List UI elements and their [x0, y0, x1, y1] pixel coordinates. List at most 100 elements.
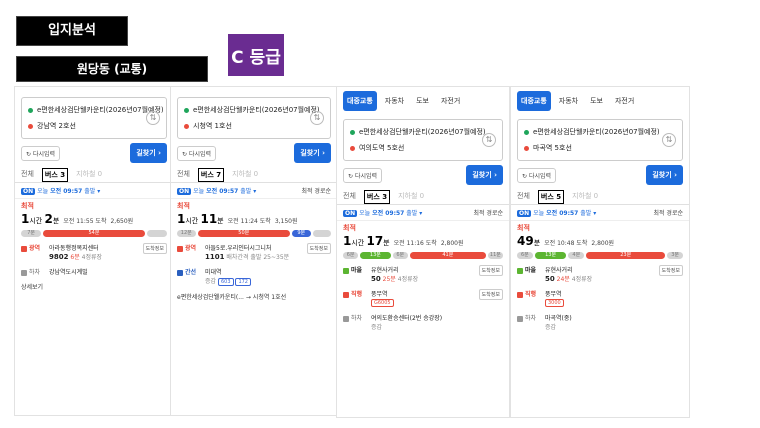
slide-subtitle: 원당동 (교통)	[16, 56, 208, 82]
route-segment-0: 7분	[21, 230, 42, 237]
filter-tab-1[interactable]: 버스 3	[363, 190, 391, 204]
mode-tab-3[interactable]: 자전거	[437, 91, 464, 111]
origin-dot-icon	[184, 107, 189, 113]
depart-time[interactable]: ON 오늘 오전 09:57 출발 ▾	[177, 186, 256, 195]
depart-row[interactable]: ON 오늘 오전 09:57 출발 ▾	[15, 183, 173, 199]
bus-number[interactable]: 50	[371, 275, 381, 283]
arrival-info-button[interactable]: 도착정보	[142, 243, 167, 254]
duration-row: 1시간 11분 오전 11:24 도착 3,150원	[171, 211, 337, 227]
route-step: 직행 풍무역 G6005 도착정보	[337, 286, 509, 310]
route-panel-1: e편한세상검단웰카운티(2026년07월예정) 강남역 2호선 ⇅ ↻ 다시입력…	[14, 86, 174, 416]
bus-icon	[343, 291, 349, 298]
reset-button[interactable]: ↻ 다시입력	[343, 167, 383, 183]
filter-tab-0[interactable]: 전체	[517, 191, 530, 204]
sort-dropdown[interactable]: 최적 경로순	[653, 208, 683, 217]
duration: 1시간 11분	[177, 212, 224, 226]
route-segment-2: 6분	[392, 252, 408, 259]
filter-tabs: 전체 버스 7 지하철 0	[171, 167, 337, 183]
route-segment-0: 6분	[343, 252, 359, 259]
step-detail: 증감	[545, 322, 683, 331]
destination-field[interactable]: 여의도역 5호선	[350, 140, 496, 156]
sort-dropdown[interactable]: 최적 경로순	[473, 208, 503, 217]
destination-field[interactable]: 마곡역 5호선	[524, 140, 676, 156]
search-label: 길찾기	[652, 171, 672, 179]
depart-row[interactable]: ON 오늘 오전 09:57 출발 ▾ 최적 경로순	[171, 183, 337, 199]
step-mode-label: 광역	[185, 245, 197, 252]
depart-row[interactable]: ON 오늘 오전 09:57 출발 ▾ 최적 경로순	[511, 205, 689, 221]
step-mode: 하차	[21, 267, 45, 276]
stop-name: 유현사거리	[545, 267, 573, 274]
mode-tab-2[interactable]: 도보	[586, 91, 607, 111]
swap-icon[interactable]: ⇅	[482, 133, 496, 147]
filter-tab-2[interactable]: 지하철 0	[76, 169, 102, 182]
step-mode: 직행	[517, 289, 541, 298]
filter-tab-0[interactable]: 전체	[21, 169, 34, 182]
stop-name: 아들5로.우리인터시그니처	[205, 245, 272, 252]
swap-icon[interactable]: ⇅	[310, 111, 324, 125]
bus-number[interactable]: 9802	[49, 253, 68, 261]
depart-time[interactable]: ON 오늘 오전 09:57 출발 ▾	[517, 208, 596, 217]
origin-field[interactable]: e편한세상검단웰카운티(2026년07월예정)	[524, 124, 676, 140]
bus-icon	[177, 245, 183, 252]
search-button[interactable]: 길찾기 ›	[294, 143, 331, 163]
arrival-info-button[interactable]: 도착정보	[478, 265, 503, 276]
swap-icon[interactable]: ⇅	[146, 111, 160, 125]
swap-icon[interactable]: ⇅	[662, 133, 676, 147]
depart-row[interactable]: ON 오늘 오전 09:57 출발 ▾ 최적 경로순	[337, 205, 509, 221]
line-chip[interactable]: 603	[217, 278, 234, 286]
origin-text: e편한세상검단웰카운티(2026년07월예정)	[193, 106, 320, 114]
search-button[interactable]: 길찾기 ›	[466, 165, 503, 185]
sort-dropdown[interactable]: 최적 경로순	[301, 186, 331, 195]
step-body: 마곡역(중) 증감	[545, 313, 683, 331]
arrival-info-button[interactable]: 도착정보	[306, 243, 331, 254]
filter-tab-1[interactable]: 버스 7	[197, 168, 225, 182]
search-button[interactable]: 길찾기 ›	[646, 165, 683, 185]
mode-tab-1[interactable]: 자동차	[555, 91, 582, 111]
origin-field[interactable]: e편한세상검단웰카운티(2026년07월예정)	[28, 102, 164, 118]
route-segment-0: 6분	[517, 252, 533, 259]
filter-tab-2[interactable]: 지하철 0	[572, 191, 598, 204]
mode-tab-3[interactable]: 자전거	[611, 91, 638, 111]
arrival-info-button[interactable]: 도착정보	[478, 289, 503, 300]
reset-button[interactable]: ↻ 다시입력	[177, 145, 217, 161]
mode-tab-2[interactable]: 도보	[412, 91, 433, 111]
arrival-time: 오전 11:55 도착	[63, 218, 107, 225]
depart-clock: 오전 09:57	[546, 210, 579, 217]
filter-tab-2[interactable]: 지하철 0	[232, 169, 258, 182]
grade-badge: C 등급	[228, 34, 284, 76]
search-button[interactable]: 길찾기 ›	[130, 143, 167, 163]
footer-line[interactable]: e편한세상검단웰카운티(... → 시청역 1호선	[171, 289, 337, 304]
step-body: 유현사거리 50 25분 4정류장	[371, 265, 475, 283]
step-body: 풍무역 G6005	[371, 289, 475, 307]
duration-minutes: 49	[517, 234, 534, 248]
origin-field[interactable]: e편한세상검단웰카운티(2026년07월예정)	[350, 124, 496, 140]
filter-tab-1[interactable]: 버스 5	[537, 190, 565, 204]
bus-number[interactable]: 50	[545, 275, 555, 283]
filter-tab-0[interactable]: 전체	[343, 191, 356, 204]
route-segment-3: 41분	[409, 252, 486, 259]
filter-tab-1[interactable]: 버스 3	[41, 168, 69, 182]
route-bar: 12분 50분 9분	[177, 229, 331, 238]
wait-time: 25분	[382, 276, 396, 283]
destination-field[interactable]: 시청역 1호선	[184, 118, 324, 134]
origin-text: e편한세상검단웰카운티(2026년07월예정)	[359, 128, 486, 136]
reset-button[interactable]: ↻ 다시입력	[517, 167, 557, 183]
step-mode-label: 마을	[351, 267, 363, 274]
mode-tab-1[interactable]: 자동차	[381, 91, 408, 111]
arrival-info-button[interactable]: 도착정보	[658, 265, 683, 276]
line-chip[interactable]: 3000	[545, 299, 564, 307]
footer-line[interactable]: 상세보기	[15, 279, 173, 294]
bus-number[interactable]: 1101	[205, 253, 224, 261]
destination-field[interactable]: 강남역 2호선	[28, 118, 160, 134]
depart-time[interactable]: ON 오늘 오전 09:57 출발 ▾	[343, 208, 422, 217]
reset-button[interactable]: ↻ 다시입력	[21, 145, 61, 161]
mode-tab-0[interactable]: 대중교통	[343, 91, 377, 111]
step-body: 유현사거리 50 24분 4정류장	[545, 265, 655, 283]
filter-tab-2[interactable]: 지하철 0	[398, 191, 424, 204]
line-chip[interactable]: G6005	[371, 299, 394, 307]
origin-field[interactable]: e편한세상검단웰카운티(2026년07월예정)	[184, 102, 324, 118]
line-chip[interactable]: 172	[235, 278, 251, 286]
mode-tab-0[interactable]: 대중교통	[517, 91, 551, 111]
filter-tab-0[interactable]: 전체	[177, 169, 190, 182]
depart-time[interactable]: ON 오늘 오전 09:57 출발 ▾	[21, 186, 100, 195]
